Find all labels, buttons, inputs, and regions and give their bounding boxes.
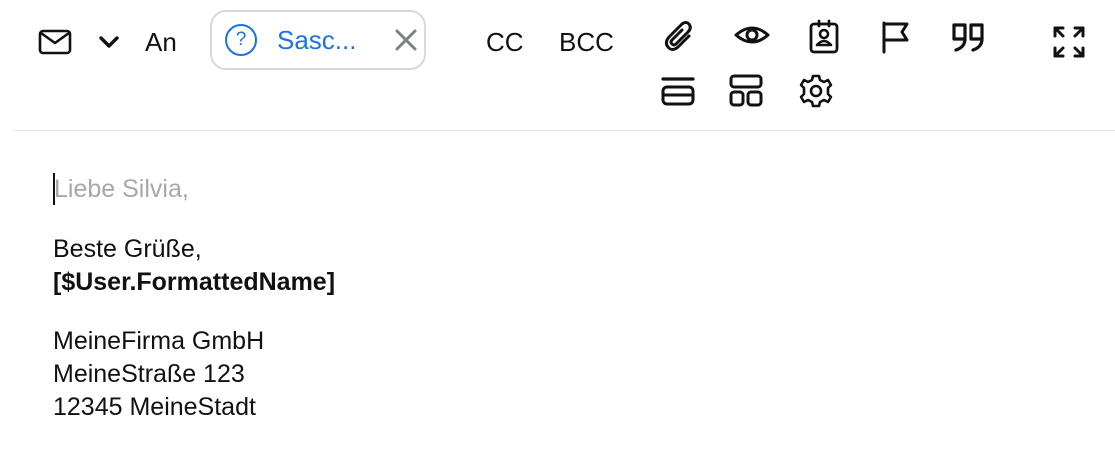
cc-button[interactable]: CC — [486, 26, 524, 58]
recipient-chip[interactable]: ? Sasc... — [210, 10, 426, 70]
signature-city: 12345 MeineStadt — [53, 393, 256, 421]
paperclip-icon[interactable] — [662, 20, 698, 56]
expand-icon[interactable] — [1051, 24, 1087, 60]
editor-placeholder[interactable]: Liebe Silvia, — [54, 174, 189, 204]
layout-rows-icon[interactable] — [660, 73, 696, 109]
eye-icon[interactable] — [734, 17, 770, 53]
quote-icon[interactable] — [950, 19, 986, 55]
question-circle-icon: ? — [225, 24, 257, 56]
envelope-icon[interactable] — [37, 24, 73, 60]
signature-name-token: [$User.FormattedName] — [53, 268, 336, 296]
flag-icon[interactable] — [878, 19, 914, 55]
signature-company: MeineFirma GmbH — [53, 327, 265, 355]
toolbar-divider — [13, 130, 1115, 131]
contact-badge-icon[interactable] — [806, 19, 842, 55]
layout-grid-icon[interactable] — [728, 73, 764, 109]
close-icon[interactable] — [392, 26, 420, 54]
recipient-name[interactable]: Sasc... — [277, 24, 356, 56]
to-field-label[interactable]: An — [145, 26, 177, 58]
signature-street: MeineStraße 123 — [53, 360, 245, 388]
compose-toolbar: An ? Sasc... CC BCC — [0, 0, 1115, 130]
bcc-button[interactable]: BCC — [559, 26, 614, 58]
chevron-down-icon[interactable] — [91, 24, 127, 60]
gear-icon[interactable] — [798, 73, 834, 109]
signature-closing: Beste Grüße, — [53, 235, 202, 263]
